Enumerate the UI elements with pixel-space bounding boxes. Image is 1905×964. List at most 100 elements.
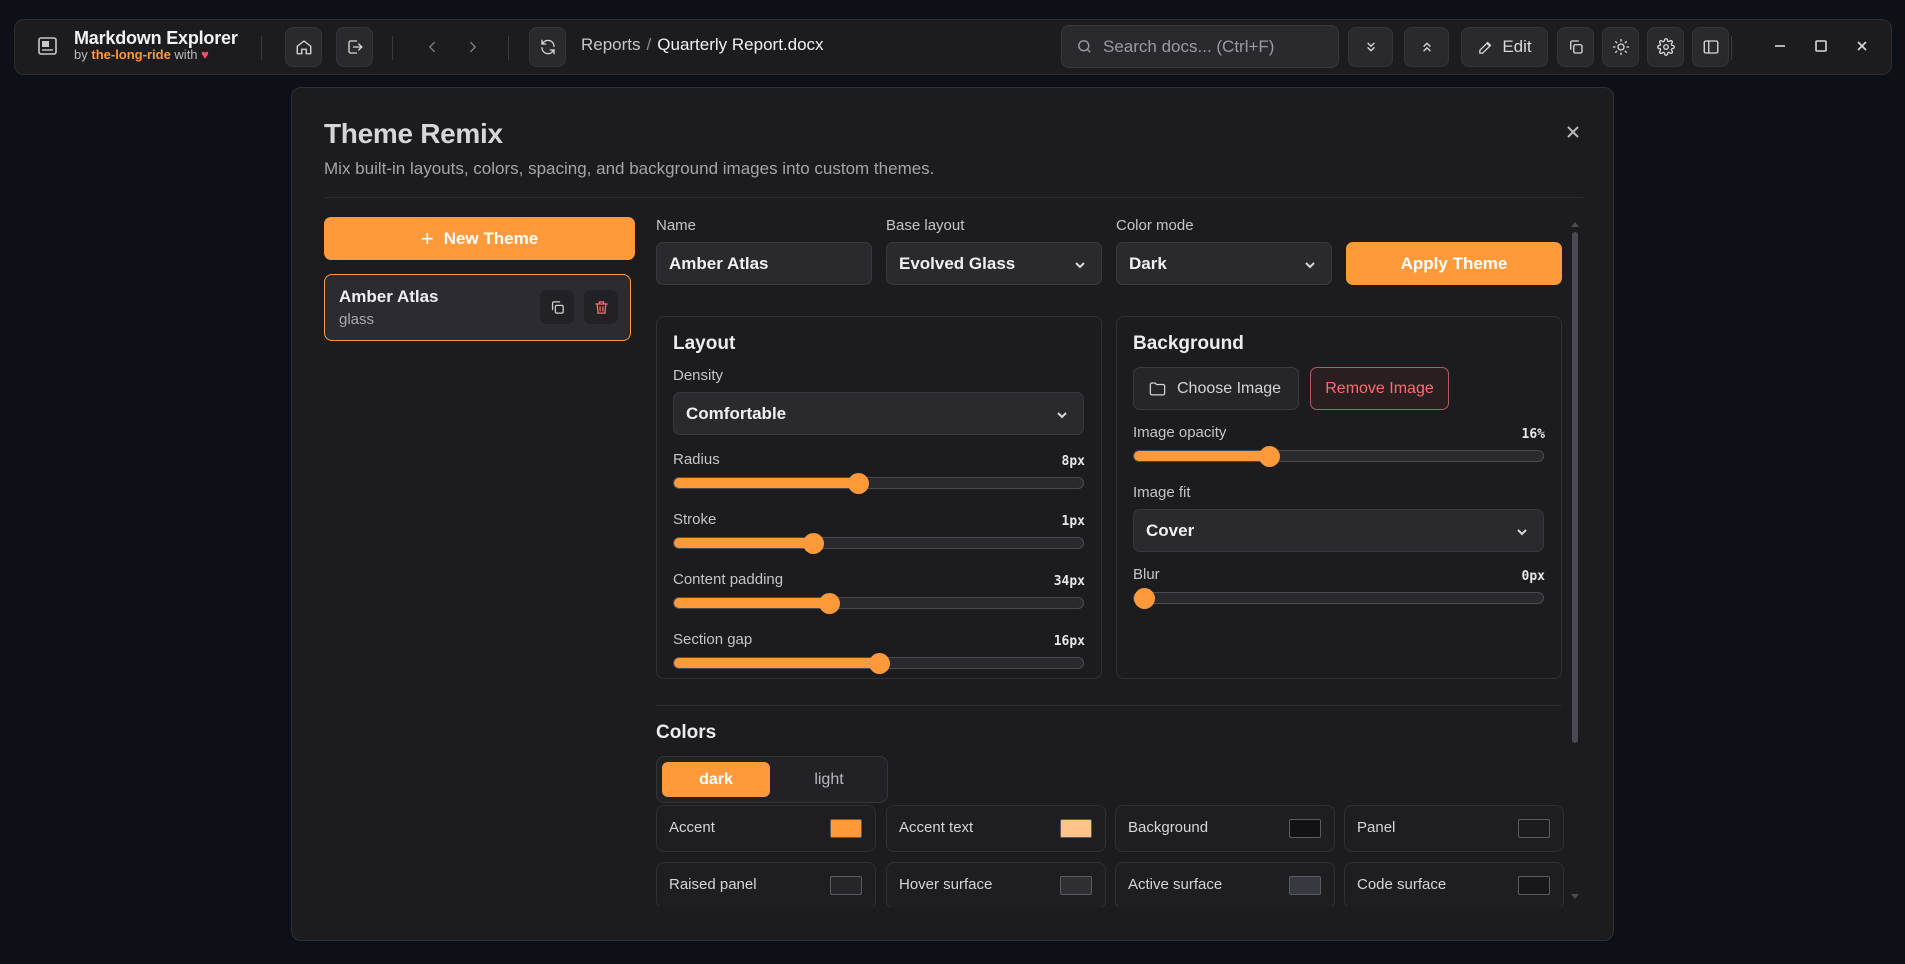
color-swatch-raised-panel[interactable]: Raised panel	[656, 862, 876, 907]
swatch-color[interactable]	[830, 819, 862, 838]
gear-icon	[1656, 38, 1675, 56]
chevron-right-icon	[469, 41, 476, 53]
density-select[interactable]: Comfortable	[673, 392, 1084, 435]
tab-light[interactable]: light	[775, 762, 883, 797]
slider-thumb[interactable]	[868, 653, 890, 674]
slider-thumb[interactable]	[803, 533, 825, 554]
chevrons-up-icon	[1422, 42, 1431, 52]
color-swatch-hover-surface[interactable]: Hover surface	[886, 862, 1106, 907]
breadcrumb-root[interactable]: Reports	[581, 35, 641, 54]
color-mode-tabs: dark light	[656, 756, 888, 803]
dialog-divider	[324, 197, 1583, 198]
stroke-slider[interactable]	[673, 533, 1084, 554]
choose-image-button[interactable]: Choose Image	[1133, 367, 1299, 410]
swatch-color[interactable]	[1289, 876, 1321, 895]
chevrons-down-icon	[1366, 42, 1375, 52]
settings-button[interactable]	[1647, 27, 1684, 67]
color-swatch-active-surface[interactable]: Active surface	[1115, 862, 1335, 907]
sidebar-icon	[1703, 40, 1718, 54]
base-layout-select[interactable]: Evolved Glass	[886, 242, 1102, 285]
dialog-close-button[interactable]	[1562, 121, 1584, 143]
content-padding-label: Content padding	[673, 571, 784, 588]
color-swatch-accent[interactable]: Accent	[656, 805, 876, 852]
blur-slider[interactable]	[1133, 588, 1544, 609]
swatch-color[interactable]	[1518, 876, 1550, 895]
close-window-button[interactable]	[1851, 35, 1873, 57]
name-input[interactable]: Amber Atlas	[656, 242, 872, 285]
refresh-icon	[540, 39, 555, 55]
slider-thumb[interactable]	[848, 473, 870, 494]
search-input[interactable]: Search docs... (Ctrl+F)	[1061, 25, 1339, 68]
slider-thumb[interactable]	[1258, 446, 1280, 467]
layout-panel: Layout Density Comfortable Radius 8px St…	[656, 316, 1102, 679]
section-gap-value: 16px	[1053, 634, 1085, 649]
section-gap-slider[interactable]	[673, 653, 1084, 674]
chevron-down-icon	[1055, 407, 1069, 421]
slider-fill	[674, 538, 814, 548]
copy-button[interactable]	[1557, 27, 1594, 67]
dialog-title: Theme Remix	[324, 118, 503, 149]
swatch-color[interactable]	[1289, 819, 1321, 838]
theme-remix-dialog: Theme Remix Mix built-in layouts, colors…	[291, 87, 1614, 941]
forward-button[interactable]	[454, 27, 491, 67]
scroll-up-arrow[interactable]	[1571, 222, 1579, 227]
blur-value: 0px	[1521, 569, 1545, 584]
swatch-label: Accent text	[899, 819, 974, 836]
scrollbar-thumb[interactable]	[1572, 232, 1578, 743]
image-fit-select[interactable]: Cover	[1133, 509, 1544, 552]
chevron-left-icon	[428, 41, 435, 53]
back-button[interactable]	[413, 27, 450, 67]
minimize-button[interactable]	[1769, 35, 1791, 57]
content-padding-slider[interactable]	[673, 593, 1084, 614]
exit-button[interactable]	[336, 27, 373, 67]
home-button[interactable]	[285, 27, 322, 67]
theme-list-item[interactable]: Amber Atlas glass	[324, 274, 631, 341]
color-mode-select[interactable]: Dark	[1116, 242, 1332, 285]
delete-theme-button[interactable]	[584, 290, 618, 324]
image-fit-label: Image fit	[1133, 484, 1191, 501]
folder-icon	[1149, 382, 1166, 396]
stroke-label: Stroke	[673, 511, 717, 528]
breadcrumb-separator: /	[646, 35, 652, 54]
swatch-color[interactable]	[830, 876, 862, 895]
slider-thumb[interactable]	[819, 593, 841, 614]
scroll-down-arrow[interactable]	[1571, 894, 1579, 899]
byline-with: with	[174, 47, 198, 62]
section-gap-label: Section gap	[673, 631, 753, 648]
slider-thumb[interactable]	[1134, 588, 1155, 609]
color-swatch-panel[interactable]: Panel	[1344, 805, 1564, 852]
edit-button[interactable]: Edit	[1461, 27, 1548, 67]
remove-image-button[interactable]: Remove Image	[1310, 367, 1449, 410]
dialog-scrollbar[interactable]	[1570, 222, 1580, 902]
swatch-color[interactable]	[1060, 876, 1092, 895]
refresh-button[interactable]	[529, 27, 566, 67]
background-title: Background	[1133, 333, 1244, 354]
theme-toggle-button[interactable]	[1602, 27, 1639, 67]
copy-icon	[1569, 40, 1583, 54]
swatch-label: Panel	[1357, 819, 1396, 836]
close-icon	[1857, 41, 1867, 51]
duplicate-theme-button[interactable]	[540, 290, 574, 324]
choose-image-label: Choose Image	[1177, 379, 1282, 397]
tab-dark[interactable]: dark	[662, 762, 770, 797]
swatch-color[interactable]	[1060, 819, 1092, 838]
name-label: Name	[656, 217, 697, 234]
maximize-button[interactable]	[1810, 35, 1832, 57]
image-opacity-label: Image opacity	[1133, 424, 1227, 441]
color-swatch-code-surface[interactable]: Code surface	[1344, 862, 1564, 907]
radius-slider[interactable]	[673, 473, 1084, 494]
swatch-color[interactable]	[1518, 819, 1550, 838]
expand-all-button[interactable]	[1348, 27, 1393, 67]
toolbar-divider	[508, 36, 509, 60]
heart-icon: ♥	[201, 47, 209, 62]
collapse-all-button[interactable]	[1404, 27, 1449, 67]
density-label: Density	[673, 367, 724, 384]
apply-theme-button[interactable]: Apply Theme	[1346, 242, 1562, 285]
pencil-icon	[1479, 41, 1492, 54]
color-swatch-accent-text[interactable]: Accent text	[886, 805, 1106, 852]
color-swatch-background[interactable]: Background	[1115, 805, 1335, 852]
color-mode-value: Dark	[1129, 253, 1167, 273]
new-theme-button[interactable]: + New Theme	[324, 217, 635, 260]
sidebar-toggle-button[interactable]	[1692, 27, 1729, 67]
image-opacity-slider[interactable]	[1133, 446, 1544, 467]
